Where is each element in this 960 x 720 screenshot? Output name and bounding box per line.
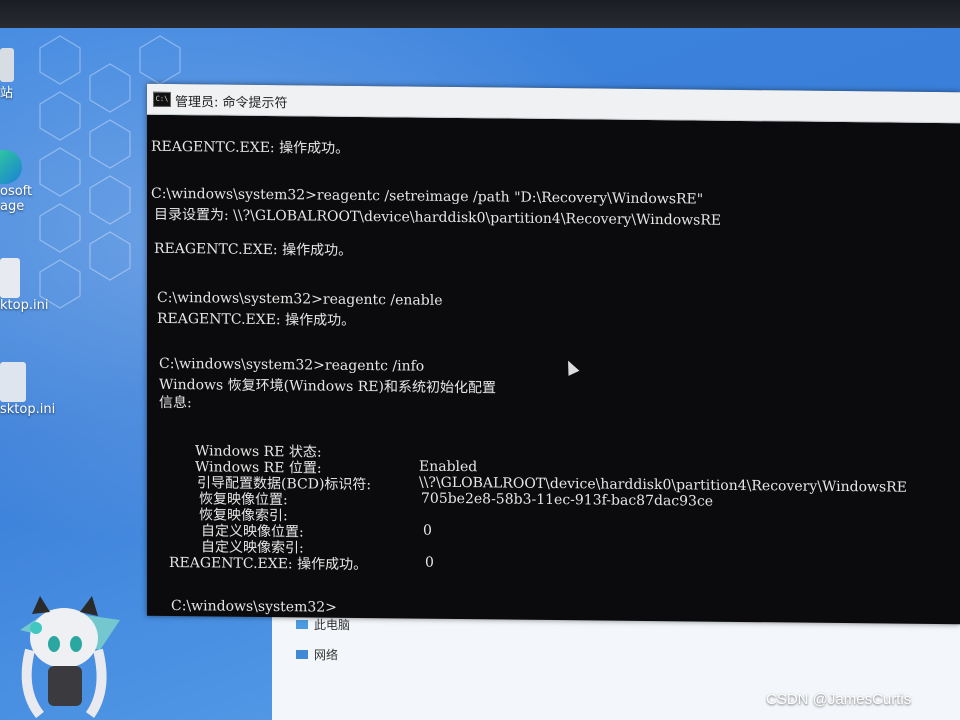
window-title: 管理员: 命令提示符: [175, 95, 288, 112]
nav-item-network[interactable]: 网络: [296, 646, 338, 663]
output-line: Windows 恢复环境(Windows RE)和系统初始化配置: [159, 376, 496, 397]
edge-icon: [0, 150, 22, 184]
output-line: 信息:: [159, 394, 192, 412]
recycle-bin-icon: [0, 48, 14, 82]
output-line: REAGENTC.EXE: 操作成功。: [157, 310, 356, 329]
desktop-icon-label: sktop.ini: [0, 402, 56, 417]
command-prompt-window[interactable]: C:\ 管理员: 命令提示符 REAGENTC.EXE: 操作成功。 C:\wi…: [147, 83, 960, 625]
desktop-icon-edge[interactable]: osoft age: [0, 150, 32, 214]
terminal-output[interactable]: REAGENTC.EXE: 操作成功。 C:\windows\system32>…: [151, 130, 960, 624]
info-value: 0: [423, 522, 432, 539]
nav-item-label: 网络: [314, 648, 339, 662]
info-value: 705be2e8-58b3-11ec-913f-bac87dac93ce: [421, 490, 714, 510]
nav-item-this-pc[interactable]: 此电脑: [296, 616, 350, 633]
desktop-icon-label: 站: [0, 86, 14, 101]
settings-file-icon: [0, 362, 26, 402]
nav-item-label: 此电脑: [314, 618, 351, 632]
computer-icon: [296, 620, 308, 629]
desktop-icon-label: ktop.ini: [0, 298, 49, 313]
output-line: REAGENTC.EXE: 操作成功。: [151, 138, 350, 157]
network-icon: [296, 650, 308, 659]
info-value: 0: [425, 554, 434, 571]
desktop-icon-recycle-bin[interactable]: 站: [0, 48, 14, 101]
desktop-icon-label: osoft: [0, 184, 33, 199]
command-line: C:\windows\system32>reagentc /enable: [157, 289, 443, 309]
mascot-character-image: [20, 596, 120, 719]
watermark: CSDN @JamesCurtis: [766, 691, 912, 708]
desktop-icon-desktop-ini-2[interactable]: sktop.ini: [0, 362, 55, 417]
file-icon: [0, 258, 20, 298]
desktop-icon-label: age: [0, 199, 25, 214]
cmd-app-icon: C:\: [153, 91, 171, 107]
desktop-icon-desktop-ini[interactable]: ktop.ini: [0, 258, 48, 313]
command-line: C:\windows\system32>reagentc /info: [159, 355, 425, 375]
output-line: REAGENTC.EXE: 操作成功。: [169, 554, 368, 574]
prompt-line[interactable]: C:\windows\system32>: [171, 598, 337, 616]
output-line: REAGENTC.EXE: 操作成功。: [154, 240, 353, 259]
info-value: Enabled: [419, 458, 478, 476]
output-line: 目录设置为: \\?\GLOBALROOT\device\harddisk0\p…: [154, 206, 722, 229]
